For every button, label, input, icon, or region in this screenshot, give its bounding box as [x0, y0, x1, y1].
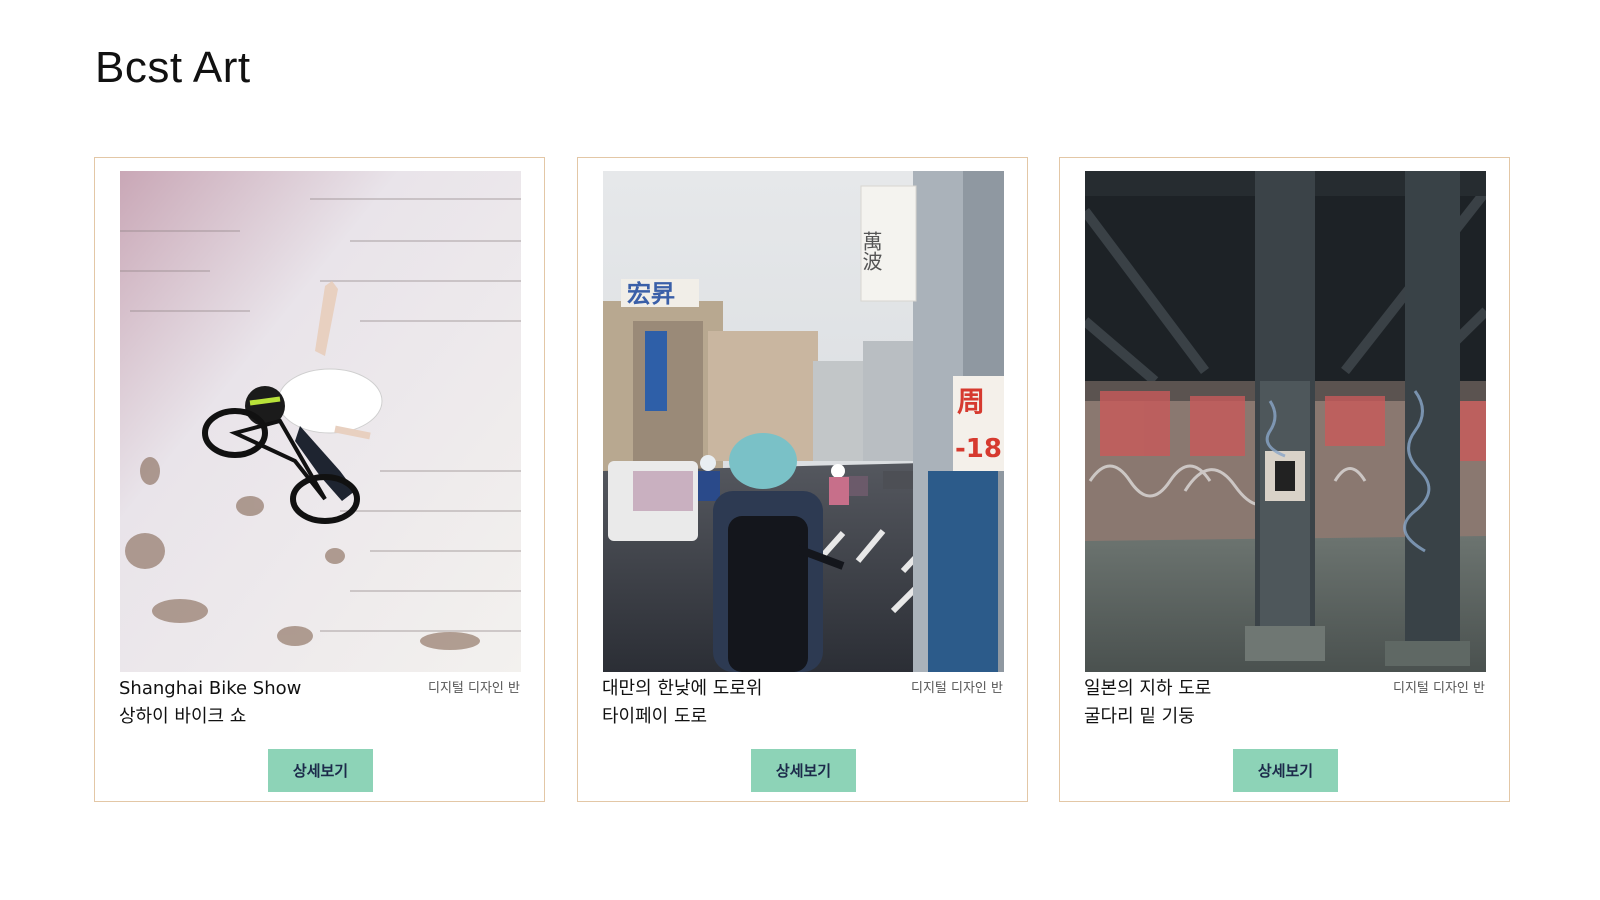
card-category: 디지털 디자인 반	[911, 681, 1003, 696]
card-photo-taipei[interactable]: 宏昇 萬波 周 -18	[603, 171, 1004, 672]
sign-number-red: -18	[955, 434, 1002, 464]
sign-text-top: 萬波	[859, 231, 883, 271]
view-details-button[interactable]: 상세보기	[751, 749, 856, 792]
card-title: Shanghai Bike Show	[119, 678, 302, 699]
gallery-card: 宏昇 萬波 周 -18 대만의 한낮에 도로위 타이페이 도로 디지털 디자인 …	[577, 157, 1028, 802]
bmx-rider-photo	[120, 171, 521, 672]
card-title: 대만의 한낮에 도로위	[602, 678, 763, 699]
page-title: Bcst Art	[95, 43, 251, 92]
card-category: 디지털 디자인 반	[428, 681, 520, 696]
sign-text-left: 宏昇	[627, 280, 675, 308]
taipei-street-photo: 宏昇 萬波 周 -18	[603, 171, 1004, 672]
card-subtitle: 상하이 바이크 쇼	[119, 706, 247, 727]
sign-text-red: 周	[957, 385, 985, 418]
card-subtitle: 타이페이 도로	[602, 706, 708, 727]
gallery-card: 일본의 지하 도로 굴다리 밑 기둥 디지털 디자인 반 상세보기	[1059, 157, 1510, 802]
card-category: 디지털 디자인 반	[1393, 681, 1485, 696]
underpass-graffiti-photo	[1085, 171, 1486, 672]
card-photo-underpass[interactable]	[1085, 171, 1486, 672]
card-title: 일본의 지하 도로	[1084, 678, 1212, 699]
view-details-button[interactable]: 상세보기	[268, 749, 373, 792]
view-details-button[interactable]: 상세보기	[1233, 749, 1338, 792]
card-subtitle: 굴다리 밑 기둥	[1084, 706, 1195, 727]
gallery-card: Shanghai Bike Show 상하이 바이크 쇼 디지털 디자인 반 상…	[94, 157, 545, 802]
card-photo-bmx[interactable]	[120, 171, 521, 672]
